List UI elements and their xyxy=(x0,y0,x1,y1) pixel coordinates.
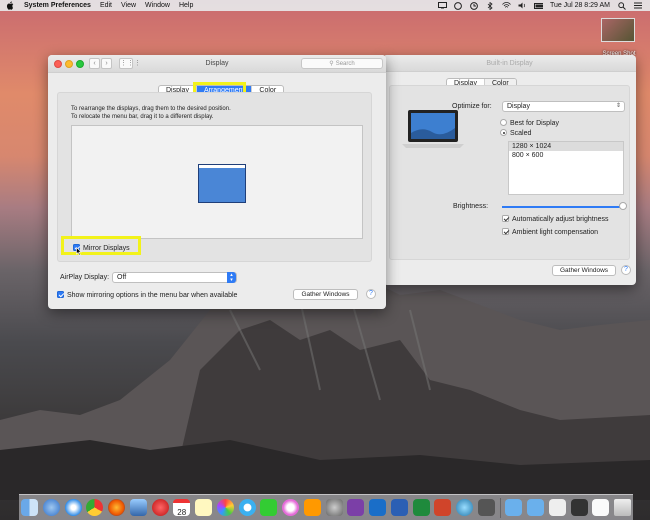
brightness-slider[interactable] xyxy=(502,206,622,208)
radio-best[interactable] xyxy=(500,119,507,126)
display-arrangement-area xyxy=(71,125,363,239)
documents-folder-icon[interactable] xyxy=(527,499,544,516)
gather-windows-button[interactable]: Gather Windows xyxy=(552,265,616,276)
laptop-illustration xyxy=(402,110,464,148)
help-button[interactable]: ? xyxy=(366,289,376,299)
best-label: Best for Display xyxy=(510,120,560,127)
volume-icon[interactable] xyxy=(518,2,527,10)
firefox-icon[interactable] xyxy=(108,499,125,516)
notes-icon[interactable] xyxy=(195,499,212,516)
ambient-label: Ambient light compensation xyxy=(512,229,598,236)
trash-icon[interactable] xyxy=(614,499,631,516)
resolution-list: 1280 × 1024 800 × 600 xyxy=(508,141,624,195)
menu-edit[interactable]: Edit xyxy=(100,2,112,9)
notification-icon[interactable] xyxy=(454,1,463,10)
menu-bar-indicator[interactable] xyxy=(199,165,245,168)
display-block[interactable] xyxy=(198,164,246,203)
search-field[interactable]: ⚲ Search xyxy=(301,58,383,69)
powerpoint-icon[interactable] xyxy=(434,499,452,516)
ibooks-icon[interactable] xyxy=(303,499,321,516)
excel-icon[interactable] xyxy=(412,499,430,516)
auto-brightness-label: Automatically adjust brightness xyxy=(512,216,609,223)
time-machine-icon[interactable] xyxy=(470,1,479,10)
menu-bar: System Preferences Edit View Window Help… xyxy=(0,0,650,11)
scaled-option[interactable]: Scaled xyxy=(500,129,531,137)
builtin-window-title: Built-in Display xyxy=(486,60,533,67)
show-mirroring-checkbox[interactable] xyxy=(57,291,64,298)
instruction-line-2: To relocate the menu bar, drag it to a d… xyxy=(71,114,214,120)
calendar-icon[interactable]: 28 xyxy=(173,499,191,517)
brightness-label: Brightness: xyxy=(453,203,489,210)
spotlight-icon[interactable] xyxy=(617,1,626,10)
search-placeholder: Search xyxy=(335,60,355,67)
scaled-label: Scaled xyxy=(510,130,532,137)
best-for-display-option[interactable]: Best for Display xyxy=(500,119,559,127)
show-mirroring-label: Show mirroring options in the menu bar w… xyxy=(67,292,238,299)
show-mirroring-option[interactable]: Show mirroring options in the menu bar w… xyxy=(57,291,237,299)
help-button[interactable]: ? xyxy=(621,265,631,275)
display-titlebar[interactable]: ‹ › ⋮⋮⋮ Display ⚲ Search xyxy=(48,55,386,73)
preview-icon[interactable] xyxy=(129,499,147,516)
optimize-label: Optimize for: xyxy=(452,103,492,110)
finder-icon[interactable] xyxy=(21,499,38,516)
onenote-icon[interactable] xyxy=(347,499,365,516)
file-icon[interactable] xyxy=(592,499,610,516)
auto-brightness-checkbox[interactable] xyxy=(502,215,509,222)
dock-separator xyxy=(499,497,501,518)
dock: 28 xyxy=(19,494,633,520)
ambient-option[interactable]: Ambient light compensation xyxy=(502,228,598,236)
chrome-icon[interactable] xyxy=(86,499,104,516)
optimize-value: Display xyxy=(507,103,530,110)
builtin-display-window: Built-in Display Display Color Optimize … xyxy=(383,55,636,285)
menu-clock[interactable]: Tue Jul 28 8:29 AM xyxy=(550,2,610,9)
mirror-displays-highlight xyxy=(61,236,141,255)
applications-folder-icon[interactable] xyxy=(505,499,523,516)
auto-brightness-option[interactable]: Automatically adjust brightness xyxy=(502,215,609,223)
menu-window[interactable]: Window xyxy=(145,2,170,9)
launchpad-icon[interactable] xyxy=(42,499,60,516)
photo-booth-icon[interactable] xyxy=(151,499,169,516)
airplay-label: AirPlay Display: xyxy=(60,274,110,281)
airplay-value: Off xyxy=(117,274,127,281)
instruction-line-1: To rearrange the displays, drag them to … xyxy=(71,106,231,112)
photos-icon[interactable] xyxy=(216,499,234,516)
gather-windows-button[interactable]: Gather Windows xyxy=(293,289,358,300)
wifi-icon[interactable] xyxy=(502,2,511,10)
brightness-slider-knob[interactable] xyxy=(619,202,627,210)
display-mirroring-icon[interactable] xyxy=(437,2,447,10)
system-preferences-icon[interactable] xyxy=(325,499,343,516)
itunes-icon[interactable] xyxy=(282,499,299,516)
safari-icon[interactable] xyxy=(64,499,82,516)
screenshot-file-icon[interactable] xyxy=(601,18,635,42)
network-utility-icon[interactable] xyxy=(477,499,495,516)
menu-app-name[interactable]: System Preferences xyxy=(24,2,91,9)
document-icon[interactable] xyxy=(548,499,566,516)
bluetooth-icon[interactable] xyxy=(486,1,495,10)
builtin-titlebar[interactable]: Built-in Display xyxy=(383,55,636,72)
builtin-panel: Optimize for: Display ⇕ Best for Display… xyxy=(389,85,630,260)
mouse-cursor-icon xyxy=(76,247,82,256)
word-icon[interactable] xyxy=(390,499,408,516)
messages-icon[interactable] xyxy=(238,499,256,516)
display-window: ‹ › ⋮⋮⋮ Display ⚲ Search Display Arrangem… xyxy=(48,55,386,309)
resolution-item[interactable]: 800 × 600 xyxy=(509,151,623,160)
outlook-icon[interactable] xyxy=(369,499,386,516)
facetime-icon[interactable] xyxy=(260,499,278,516)
resolution-item[interactable]: 1280 × 1024 xyxy=(509,142,623,151)
notification-center-icon[interactable] xyxy=(633,2,642,10)
menu-help[interactable]: Help xyxy=(179,2,193,9)
battery-icon[interactable] xyxy=(533,2,543,10)
optimize-select[interactable]: Display ⇕ xyxy=(502,101,625,112)
screenshot-stack-icon[interactable] xyxy=(570,499,588,516)
chevron-updown-icon: ⇕ xyxy=(615,103,621,109)
airplay-select[interactable]: Off ▴ ▾ xyxy=(112,272,237,283)
search-icon: ⚲ xyxy=(329,61,334,67)
radio-scaled[interactable] xyxy=(500,129,507,136)
apple-menu-icon[interactable] xyxy=(6,1,16,10)
chevron-updown-icon: ▴ ▾ xyxy=(227,272,236,283)
vpn-icon[interactable] xyxy=(456,499,473,516)
menu-view[interactable]: View xyxy=(121,2,136,9)
ambient-checkbox[interactable] xyxy=(502,228,509,235)
